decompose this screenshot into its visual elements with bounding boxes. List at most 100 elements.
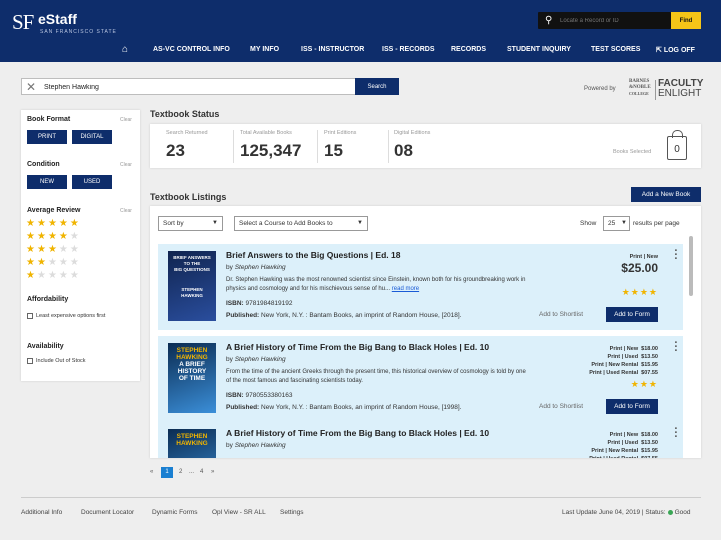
book-description-text: Dr. Stephen Hawking was the most renowne…	[226, 277, 526, 292]
review-filter-2-stars[interactable]: ★★★★★	[26, 257, 81, 268]
least-expensive-checkbox[interactable]	[27, 313, 33, 319]
price-value: $13.50	[641, 354, 658, 360]
read-more-link[interactable]: read more	[392, 286, 419, 292]
stat-divider	[388, 130, 389, 163]
book-cover-image[interactable]: STEPHEN HAWKING A BRIEF HISTORY OF TIME	[168, 343, 216, 413]
price-label: Print | Used Rental	[589, 456, 638, 458]
sort-by-label: Sort by	[163, 220, 184, 227]
review-filter-4-stars[interactable]: ★★★★★	[26, 231, 81, 242]
nav-student-inquiry[interactable]: STUDENT INQUIRY	[507, 46, 571, 53]
filter-print-button[interactable]: PRINT	[27, 130, 67, 144]
published-value: New York, N.Y. : Bantam Books, an imprin…	[261, 404, 462, 411]
cover-text: OF TIME	[178, 375, 206, 382]
home-icon[interactable]: ⌂	[122, 44, 128, 55]
price-label: Print | New	[609, 432, 639, 438]
per-page-select[interactable]: 25 ▼	[603, 216, 630, 231]
status-dot-icon	[667, 509, 673, 515]
sort-by-select[interactable]: Sort by ▼	[158, 216, 223, 231]
chevron-down-icon: ▼	[357, 220, 363, 226]
by-label: by	[226, 442, 233, 449]
star-icon: ★	[47, 244, 59, 255]
published-value: New York, N.Y. : Bantam Books, an imprin…	[261, 312, 462, 319]
review-filter-3-stars[interactable]: ★★★★★	[26, 244, 81, 255]
price-value: $13.50	[641, 440, 658, 446]
star-icon: ★	[36, 270, 48, 281]
footer-dynamic-forms[interactable]: Dynamic Forms	[152, 509, 198, 516]
price-value: $25.00	[621, 261, 658, 275]
page-1[interactable]: 1	[161, 467, 173, 478]
course-select-label: Select a Course to Add Books to	[239, 220, 333, 227]
footer-divider	[21, 497, 701, 498]
star-icon: ★	[26, 218, 37, 229]
book-title[interactable]: A Brief History of Time From the Big Ban…	[226, 428, 489, 438]
price-value: $18.00	[641, 346, 658, 352]
out-of-stock-checkbox[interactable]	[27, 358, 33, 364]
filter-new-button[interactable]: NEW	[27, 175, 67, 189]
add-new-book-button[interactable]: Add a New Book	[631, 187, 701, 202]
nav-records[interactable]: RECORDS	[451, 46, 486, 53]
star-icon: ★	[47, 231, 59, 242]
book-cover-image[interactable]: BRIEF ANSWERS TO THE BIG QUESTIONS STEPHEN H…	[168, 251, 216, 321]
condition-clear[interactable]: Clear	[120, 162, 132, 168]
review-filter-5-stars[interactable]: ★★★★★	[26, 218, 81, 229]
more-options-icon[interactable]: · · ·	[674, 338, 678, 357]
find-button[interactable]: Find	[671, 12, 701, 29]
footer-additional-info[interactable]: Additional Info	[21, 509, 62, 516]
nav-iss-instructor[interactable]: ISS - INSTRUCTOR	[301, 46, 364, 53]
least-expensive-label: Least expensive options first	[36, 313, 106, 319]
nav-my-info[interactable]: MY INFO	[250, 46, 279, 53]
page-2[interactable]: 2	[179, 469, 182, 475]
add-to-shortlist-link[interactable]: Add to Shortlist	[539, 311, 583, 318]
record-search-box: ⚲	[538, 12, 671, 29]
star-icon: ★	[47, 270, 59, 281]
book-cover-image[interactable]: STEPHEN HAWKING	[168, 429, 216, 458]
book-title[interactable]: Brief Answers to the Big Questions | Ed.…	[226, 250, 400, 260]
star-icon: ★	[630, 379, 640, 389]
review-filter-1-stars[interactable]: ★★★★★	[26, 270, 81, 281]
nav-test-scores[interactable]: TEST SCORES	[591, 46, 640, 53]
book-format-clear[interactable]: Clear	[120, 117, 132, 123]
cover-text: A BRIEF	[179, 361, 205, 368]
shopping-bag-icon[interactable]: 0	[667, 130, 687, 160]
prev-page-icon[interactable]: «	[150, 469, 153, 475]
stat-label: Search Returned	[166, 130, 208, 136]
price-row: Print | New $18.00	[589, 345, 658, 353]
book-author-line: by Stephen Hawking	[226, 442, 286, 449]
page-4[interactable]: 4	[200, 469, 203, 475]
filter-digital-button[interactable]: DIGITAL	[72, 130, 112, 144]
course-select[interactable]: Select a Course to Add Books to ▼	[234, 216, 368, 231]
star-icon: ★	[621, 287, 631, 297]
footer-document-locator[interactable]: Document Locator	[81, 509, 134, 516]
price-label: Print | New Rental	[591, 448, 639, 454]
nav-as-vc-control-info[interactable]: AS-VC CONTROL INFO	[153, 46, 230, 53]
clear-search-icon[interactable]: ✕	[26, 80, 36, 94]
book-isbn: ISBN: 9781984819192	[226, 300, 293, 307]
bn-logo-line: COLLEGE	[629, 91, 649, 96]
footer-opl-view[interactable]: Opl View - SR ALL	[212, 509, 266, 516]
book-title[interactable]: A Brief History of Time From the Big Ban…	[226, 342, 489, 352]
listings-scrollbar[interactable]	[689, 236, 693, 296]
more-options-icon[interactable]: · · ·	[674, 246, 678, 265]
cover-text: STEPHEN	[176, 433, 208, 440]
filter-used-button[interactable]: USED	[72, 175, 112, 189]
book-search-input[interactable]	[44, 81, 344, 93]
add-to-form-button[interactable]: Add to Form	[606, 307, 658, 322]
next-page-icon[interactable]: »	[211, 469, 214, 475]
add-to-form-button[interactable]: Add to Form	[606, 399, 658, 414]
star-icon: ★	[26, 270, 37, 281]
more-options-icon[interactable]: · · ·	[674, 424, 678, 443]
average-review-clear[interactable]: Clear	[120, 208, 132, 214]
add-to-shortlist-link[interactable]: Add to Shortlist	[539, 403, 583, 410]
star-icon: ★	[58, 270, 70, 281]
search-button[interactable]: Search	[355, 78, 399, 95]
star-icon: ★	[58, 231, 70, 242]
nav-iss-records[interactable]: ISS - RECORDS	[382, 46, 435, 53]
nav-log-off[interactable]: ⇱ LOG OFF	[656, 46, 695, 54]
record-search-input[interactable]	[560, 15, 668, 26]
footer-settings[interactable]: Settings	[280, 509, 304, 516]
textbook-status-panel: Search Returned 23 Total Available Books…	[150, 124, 701, 168]
star-icon: ★	[36, 218, 48, 229]
price-label: Print | New	[629, 254, 658, 260]
book-published: Published: New York, N.Y. : Bantam Books…	[226, 404, 461, 411]
chevron-down-icon: ▼	[621, 220, 627, 226]
